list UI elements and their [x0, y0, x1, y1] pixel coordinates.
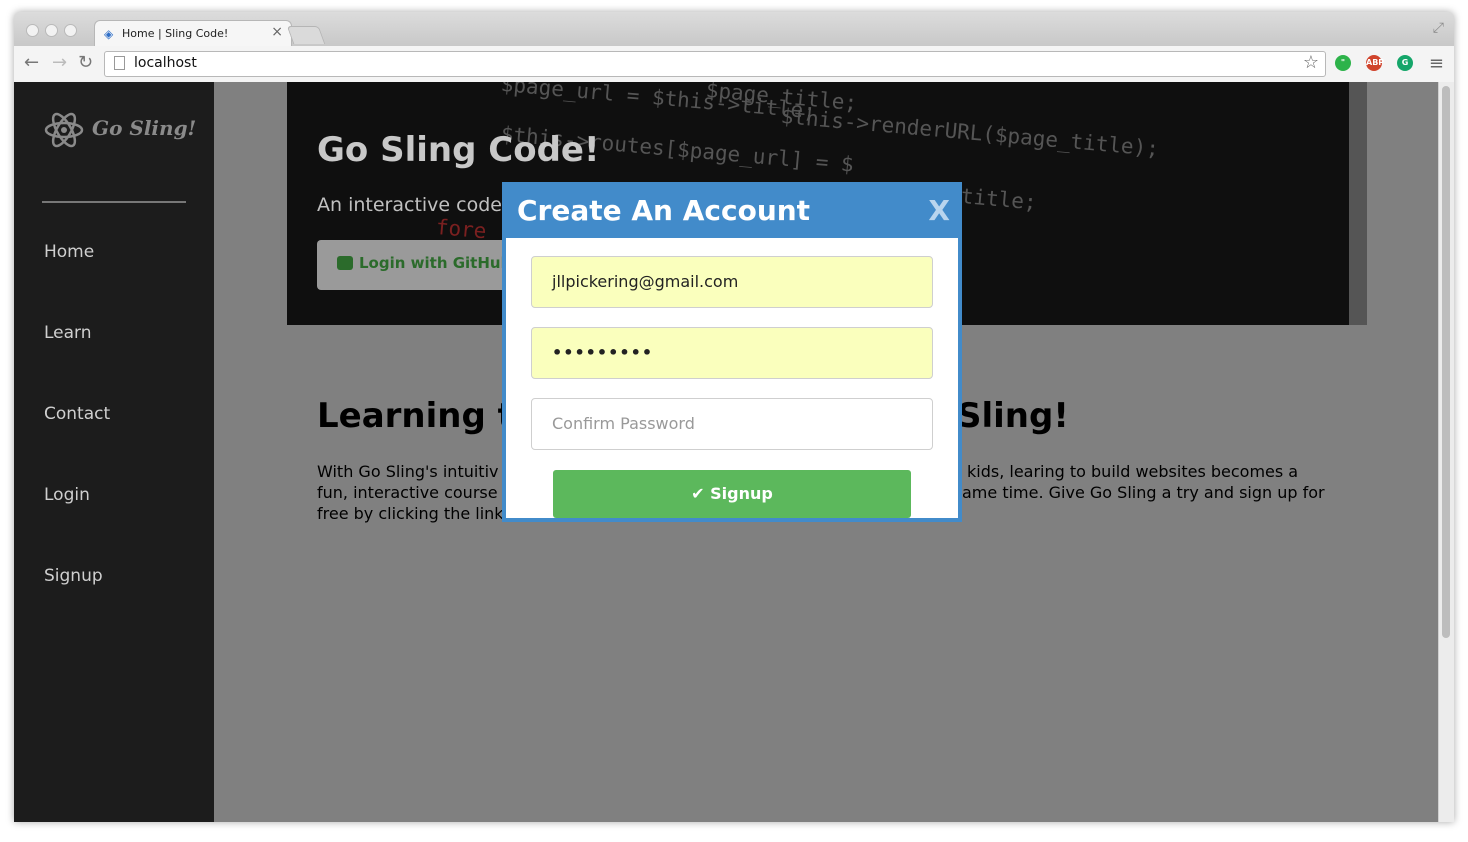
tab-close-icon[interactable]: × — [271, 24, 283, 40]
address-bar[interactable]: localhost ☆ — [104, 51, 1326, 77]
signup-label: Signup — [710, 484, 773, 503]
atom-logo-icon — [44, 112, 84, 148]
page-scrollbar[interactable] — [1438, 82, 1454, 822]
sidebar-item-learn[interactable]: Learn — [44, 323, 92, 343]
logo-text: Go Sling! — [92, 116, 197, 140]
page-icon — [114, 56, 125, 70]
minimize-window-icon[interactable] — [45, 24, 58, 37]
paragraph-line: ame time. Give Go Sling a try and sign u… — [962, 483, 1325, 502]
zoom-window-icon[interactable] — [64, 24, 77, 37]
tab-strip: ◈ Home | Sling Code! × ⤢ — [14, 12, 1454, 48]
bookmark-star-icon[interactable]: ☆ — [1303, 52, 1319, 73]
new-tab-button[interactable] — [286, 26, 326, 44]
browser-window: ◈ Home | Sling Code! × ⤢ ← → ↻ localhost… — [14, 12, 1454, 822]
tab-title: Home | Sling Code! — [122, 27, 229, 40]
menu-icon[interactable]: ≡ — [1429, 53, 1444, 74]
section-title-right: Sling! — [957, 396, 1069, 436]
tab-home[interactable]: ◈ Home | Sling Code! × — [94, 20, 292, 48]
github-login-label: Login with GitHub — [359, 254, 512, 272]
create-account-modal: Create An Account X jllpickering@gmail.c… — [502, 182, 962, 522]
code-line: title; — [959, 184, 1038, 215]
hero-subtitle: An interactive code — [317, 194, 502, 216]
sidebar-item-login[interactable]: Login — [44, 485, 90, 505]
page-viewport: Go Sling! Home Learn Contact Login Signu… — [14, 82, 1454, 822]
forward-icon[interactable]: → — [52, 52, 67, 73]
hangouts-icon[interactable]: " — [1335, 55, 1351, 71]
paragraph-line: kids, learing to build websites becomes … — [967, 462, 1299, 481]
confirm-password-field[interactable]: Confirm Password — [531, 398, 933, 450]
check-icon: ✔ — [691, 484, 705, 503]
modal-title: Create An Account — [517, 194, 811, 227]
modal-header: Create An Account X — [502, 182, 962, 238]
sidebar: Go Sling! Home Learn Contact Login Signu… — [14, 82, 214, 822]
back-icon[interactable]: ← — [24, 52, 39, 73]
sidebar-item-home[interactable]: Home — [44, 242, 94, 262]
signup-button[interactable]: ✔ Signup — [553, 470, 911, 518]
hero-title: Go Sling Code! — [317, 130, 600, 170]
fullscreen-icon[interactable]: ⤢ — [1433, 20, 1444, 36]
email-field[interactable]: jllpickering@gmail.com — [531, 256, 933, 308]
sidebar-item-signup[interactable]: Signup — [44, 566, 103, 586]
modal-close-button[interactable]: X — [928, 194, 950, 227]
adblock-icon[interactable]: ABP — [1366, 55, 1384, 71]
paragraph-line: free by clicking the link — [317, 504, 504, 523]
github-icon — [337, 256, 353, 270]
paragraph-line: With Go Sling's intuitiv — [317, 462, 499, 481]
sidebar-divider — [42, 201, 186, 203]
favicon-icon: ◈ — [104, 27, 114, 41]
password-field[interactable]: ••••••••• — [531, 327, 933, 379]
paragraph-line: fun, interactive course — [317, 483, 498, 502]
reload-icon[interactable]: ↻ — [78, 52, 93, 73]
url-text[interactable]: localhost — [134, 55, 197, 71]
browser-toolbar: ← → ↻ localhost ☆ " ABP G ≡ — [14, 46, 1454, 83]
grammarly-icon[interactable]: G — [1397, 55, 1413, 71]
scrollbar-thumb[interactable] — [1442, 86, 1450, 638]
sidebar-item-contact[interactable]: Contact — [44, 404, 110, 424]
close-window-icon[interactable] — [26, 24, 39, 37]
hero-edge — [1349, 82, 1367, 325]
